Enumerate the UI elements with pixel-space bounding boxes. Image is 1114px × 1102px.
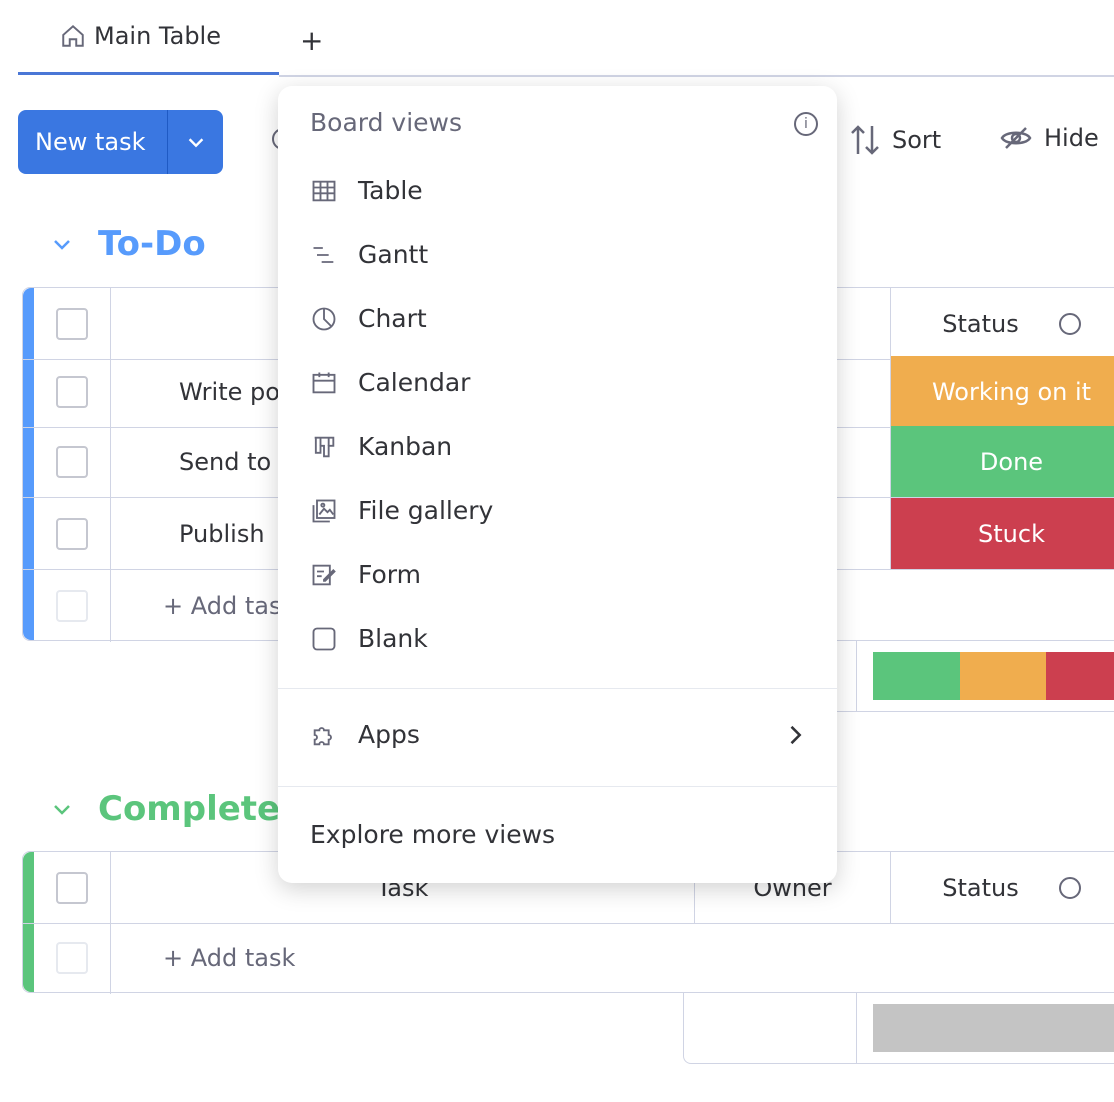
sort-label: Sort: [892, 126, 942, 154]
header-status: Status: [942, 873, 1019, 902]
menu-item-label: Table: [358, 176, 423, 205]
gantt-icon: [313, 246, 334, 263]
row-checkbox: [56, 942, 88, 974]
eye-off-icon: [1000, 127, 1032, 149]
menu-item-kanban[interactable]: Kanban: [310, 432, 452, 461]
menu-item-chart[interactable]: Chart: [310, 304, 427, 333]
status-cell[interactable]: Stuck: [891, 498, 1114, 569]
menu-item-label: Gantt: [358, 240, 429, 269]
chevron-down-icon: [54, 805, 70, 815]
tab-main-table[interactable]: Main Table: [60, 22, 221, 50]
tab-divider: [279, 75, 1114, 77]
row-checkbox[interactable]: [56, 517, 88, 550]
hide-label: Hide: [1044, 124, 1099, 152]
row-checkbox: [56, 590, 88, 622]
group-title: Complete: [98, 789, 281, 829]
menu-item-label: Kanban: [358, 432, 453, 461]
info-icon[interactable]: i: [794, 112, 818, 136]
menu-item-file-gallery[interactable]: File gallery: [310, 496, 493, 525]
new-task-dropdown[interactable]: [168, 131, 223, 153]
menu-item-label: Apps: [358, 720, 420, 749]
explore-more-views[interactable]: Explore more views: [310, 820, 555, 849]
select-all-checkbox[interactable]: [56, 871, 88, 904]
new-task-label[interactable]: New task: [18, 110, 168, 174]
menu-item-blank[interactable]: Blank: [310, 624, 428, 653]
menu-item-label: Chart: [358, 304, 427, 333]
board-views-menu: Board views i Table Gantt Chart Calendar Kan…: [278, 86, 837, 883]
form-icon: [312, 564, 336, 585]
chart-icon: [312, 307, 336, 330]
menu-item-form[interactable]: Form: [310, 560, 421, 589]
add-task-row[interactable]: + Add task: [23, 922, 1114, 994]
calendar-icon: [312, 372, 336, 393]
menu-item-gantt[interactable]: Gantt: [310, 240, 428, 269]
home-icon: [62, 24, 84, 47]
menu-item-label: Form: [358, 560, 421, 589]
chevron-down-icon: [54, 240, 70, 250]
group-title: To-Do: [98, 224, 206, 264]
summary-segment: [873, 1003, 1114, 1052]
summary-segment: [959, 651, 1047, 700]
puzzle-icon: [313, 726, 332, 745]
menu-title: Board views: [310, 108, 463, 137]
status-cell[interactable]: Working on it: [891, 356, 1114, 427]
group-header-todo[interactable]: To-Do: [50, 224, 206, 264]
menu-item-label: Calendar: [358, 368, 471, 397]
row-checkbox[interactable]: [56, 375, 88, 408]
add-view-button[interactable]: +: [300, 24, 323, 57]
chevron-right-icon: [790, 725, 802, 744]
header-status: Status: [942, 309, 1019, 338]
info-icon[interactable]: [1058, 312, 1081, 335]
menu-item-label: Blank: [358, 624, 428, 653]
menu-item-apps[interactable]: Apps: [310, 720, 809, 749]
menu-divider: [278, 688, 837, 689]
chevron-down-icon: [188, 138, 203, 148]
select-all-checkbox[interactable]: [56, 307, 88, 340]
add-task-input[interactable]: + Add task: [111, 922, 695, 994]
menu-item-table[interactable]: Table: [310, 176, 423, 205]
menu-item-calendar[interactable]: Calendar: [310, 368, 470, 397]
kanban-icon: [314, 436, 335, 457]
new-task-button[interactable]: New task: [18, 110, 223, 174]
menu-item-label: File gallery: [358, 496, 494, 525]
summary-segment: [1046, 651, 1114, 700]
blank-icon: [312, 627, 336, 650]
file-gallery-icon: [312, 499, 336, 522]
status-cell[interactable]: Done: [891, 426, 1114, 497]
sort-button[interactable]: Sort: [850, 124, 941, 156]
info-icon[interactable]: [1058, 876, 1081, 899]
menu-divider: [278, 786, 837, 787]
active-tab-indicator: [18, 72, 279, 75]
tab-label: Main Table: [94, 22, 221, 50]
hide-button[interactable]: Hide: [1000, 124, 1099, 152]
summary-segment: [873, 651, 960, 700]
table-icon: [312, 180, 336, 201]
row-checkbox[interactable]: [56, 445, 88, 478]
status-summary: [683, 992, 1114, 1064]
sort-icon: [851, 125, 879, 155]
group-header-complete[interactable]: Complete: [50, 789, 280, 829]
